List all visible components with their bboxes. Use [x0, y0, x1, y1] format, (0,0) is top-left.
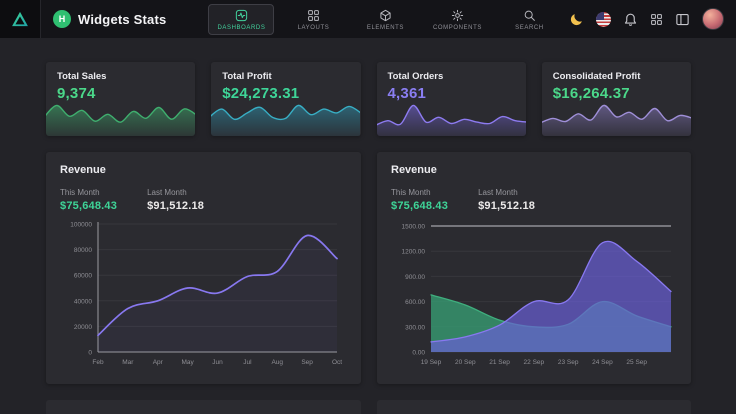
svg-text:Mar: Mar	[122, 359, 134, 366]
panel-title: Revenue	[60, 164, 347, 176]
svg-text:22 Sep: 22 Sep	[524, 359, 545, 366]
svg-text:300.00: 300.00	[405, 324, 425, 331]
kpi-last-month: Last Month $91,512.18	[478, 188, 535, 212]
nav-label: ELEMENTS	[367, 25, 404, 31]
sparkline-chart	[46, 100, 195, 136]
user-avatar[interactable]	[702, 8, 724, 30]
svg-text:Jun: Jun	[212, 359, 223, 366]
svg-text:0.00: 0.00	[412, 350, 425, 357]
nav-item-layouts[interactable]: LAYOUTS	[280, 4, 346, 35]
main-nav: DASHBOARDS LAYOUTS ELEMENTS	[208, 4, 562, 35]
main-content: Total Sales 9,374 Total Profit $24,273.3…	[0, 38, 736, 414]
bell-icon[interactable]	[623, 12, 638, 27]
svg-text:80000: 80000	[74, 247, 92, 254]
gear-icon	[451, 9, 464, 22]
stat-card-total-profit: Total Profit $24,273.31	[211, 62, 360, 136]
last-month-value: $91,512.18	[147, 200, 204, 212]
this-month-label: This Month	[60, 188, 117, 197]
activity-icon	[235, 9, 248, 22]
charts-row: Revenue This Month $75,648.43 Last Month…	[46, 152, 691, 384]
svg-text:900.00: 900.00	[405, 274, 425, 281]
stat-card-title: Total Sales	[57, 71, 195, 82]
stats-row: Total Sales 9,374 Total Profit $24,273.3…	[46, 62, 691, 136]
this-month-value: $75,648.43	[391, 200, 448, 212]
svg-text:24 Sep: 24 Sep	[592, 359, 613, 366]
revenue-line-card: Revenue This Month $75,648.43 Last Month…	[46, 152, 361, 384]
stat-card-title: Total Orders	[388, 71, 526, 82]
sparkline-chart	[377, 100, 526, 136]
last-month-label: Last Month	[478, 188, 535, 197]
svg-text:Jul: Jul	[243, 359, 252, 366]
svg-text:60000: 60000	[74, 273, 92, 280]
last-month-label: Last Month	[147, 188, 204, 197]
stat-card-total-sales: Total Sales 9,374	[46, 62, 195, 136]
nav-item-elements[interactable]: ELEMENTS	[352, 4, 418, 35]
kpi-this-month: This Month $75,648.43	[60, 188, 117, 212]
stat-card-total-orders: Total Orders 4,361	[377, 62, 526, 136]
svg-text:1500.00: 1500.00	[402, 224, 426, 231]
topbar-actions	[569, 8, 736, 30]
sparkline-chart	[542, 100, 691, 136]
sparkline-chart	[211, 100, 360, 136]
this-month-value: $75,648.43	[60, 200, 117, 212]
kpi-this-month: This Month $75,648.43	[391, 188, 448, 212]
app-logo[interactable]	[0, 0, 40, 38]
svg-text:23 Sep: 23 Sep	[558, 359, 579, 366]
svg-text:25 Sep: 25 Sep	[626, 359, 647, 366]
svg-text:May: May	[181, 359, 194, 366]
topbar-divider	[40, 0, 41, 38]
svg-text:19 Sep: 19 Sep	[421, 359, 442, 366]
svg-text:Oct: Oct	[332, 359, 342, 366]
this-month-label: This Month	[391, 188, 448, 197]
svg-text:0: 0	[88, 350, 92, 357]
apps-grid-icon[interactable]	[650, 13, 663, 26]
nav-label: DASHBOARDS	[217, 25, 265, 31]
svg-text:1200.00: 1200.00	[402, 249, 426, 256]
panel-title: Revenue	[391, 164, 677, 176]
svg-text:Apr: Apr	[153, 359, 164, 366]
search-icon	[523, 9, 536, 22]
stat-card-title: Consolidated Profit	[553, 71, 691, 82]
svg-text:Sep: Sep	[301, 359, 313, 366]
kpi-row: This Month $75,648.43 Last Month $91,512…	[60, 188, 347, 212]
revenue-line-chart: 0 20000 40000 60000 80000 100000 Feb Mar Apr May J…	[60, 216, 347, 368]
nav-item-search[interactable]: SEARCH	[496, 4, 562, 35]
nav-label: LAYOUTS	[298, 25, 330, 31]
stat-card-consolidated-profit: Consolidated Profit $16,264.37	[542, 62, 691, 136]
nav-item-components[interactable]: COMPONENTS	[424, 4, 490, 35]
revenue-area-card: Revenue This Month $75,648.43 Last Month…	[377, 152, 691, 384]
kpi-row: This Month $75,648.43 Last Month $91,512…	[391, 188, 677, 212]
sidebar-toggle-icon[interactable]	[675, 12, 690, 27]
top-navigation-bar: H Widgets Stats DASHBOARDS LAYOUTS	[0, 0, 736, 38]
brand-badge: H	[53, 10, 71, 28]
package-icon	[379, 9, 392, 22]
svg-text:Aug: Aug	[271, 359, 283, 366]
kpi-last-month: Last Month $91,512.18	[147, 188, 204, 212]
svg-text:600.00: 600.00	[405, 299, 425, 306]
brand-title: Widgets Stats	[78, 12, 166, 27]
triangle-logo-icon	[10, 9, 30, 29]
svg-text:20 Sep: 20 Sep	[455, 359, 476, 366]
svg-text:40000: 40000	[74, 298, 92, 305]
brand[interactable]: H Widgets Stats	[53, 10, 166, 28]
last-month-value: $91,512.18	[478, 200, 535, 212]
svg-text:20000: 20000	[74, 324, 92, 331]
nav-label: COMPONENTS	[433, 25, 482, 31]
svg-text:21 Sep: 21 Sep	[489, 359, 510, 366]
svg-text:Feb: Feb	[92, 359, 104, 366]
nav-label: SEARCH	[515, 25, 544, 31]
nav-item-dashboards[interactable]: DASHBOARDS	[208, 4, 274, 35]
revenue-area-chart: 0.00 300.00 600.00 900.00 1200.00 1500.00 19 S…	[391, 216, 677, 368]
svg-text:100000: 100000	[70, 222, 92, 229]
layout-grid-icon	[307, 9, 320, 22]
us-flag-icon[interactable]	[596, 12, 611, 27]
flag-canton	[596, 12, 604, 20]
stat-card-title: Total Profit	[222, 71, 360, 82]
moon-icon[interactable]	[569, 12, 584, 27]
